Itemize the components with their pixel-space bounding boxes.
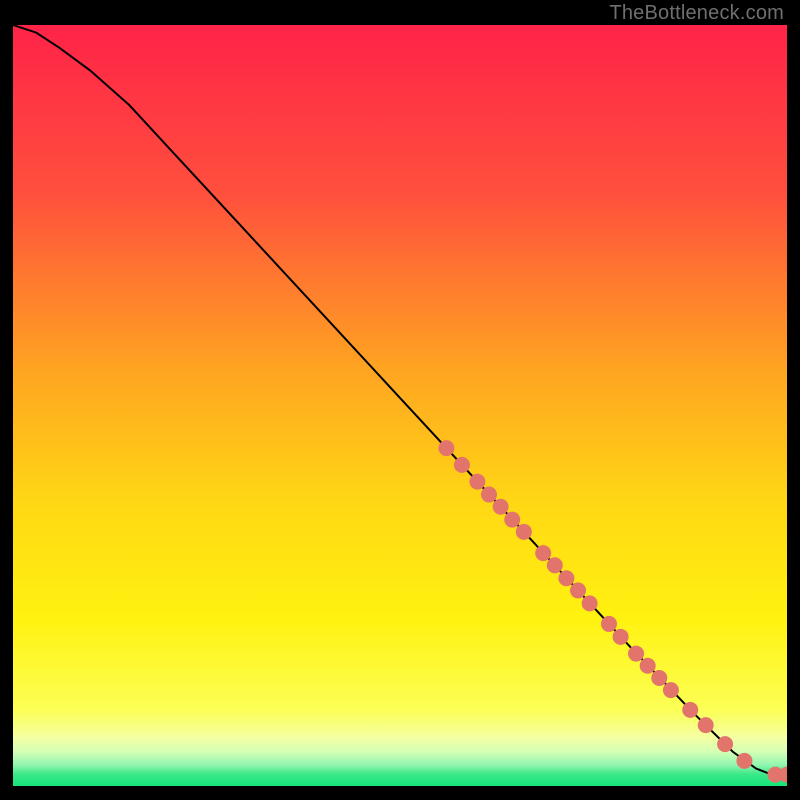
data-marker — [628, 646, 644, 662]
data-marker — [717, 736, 733, 752]
data-marker — [601, 616, 617, 632]
data-marker — [454, 457, 470, 473]
data-marker — [613, 629, 629, 645]
data-marker — [535, 545, 551, 561]
data-marker — [438, 440, 454, 456]
data-marker — [493, 499, 509, 515]
data-marker — [640, 658, 656, 674]
data-marker — [570, 582, 586, 598]
data-marker — [651, 670, 667, 686]
data-marker — [663, 682, 679, 698]
data-marker — [547, 557, 563, 573]
chart-background — [13, 25, 787, 786]
data-marker — [698, 717, 714, 733]
attribution-text: TheBottleneck.com — [609, 2, 784, 25]
data-marker — [481, 487, 497, 503]
chart-plot — [13, 25, 787, 786]
data-marker — [582, 595, 598, 611]
data-marker — [469, 474, 485, 490]
data-marker — [558, 570, 574, 586]
chart-frame: TheBottleneck.com — [0, 0, 800, 800]
data-marker — [516, 524, 532, 540]
data-marker — [736, 753, 752, 769]
data-marker — [682, 702, 698, 718]
data-marker — [504, 512, 520, 528]
